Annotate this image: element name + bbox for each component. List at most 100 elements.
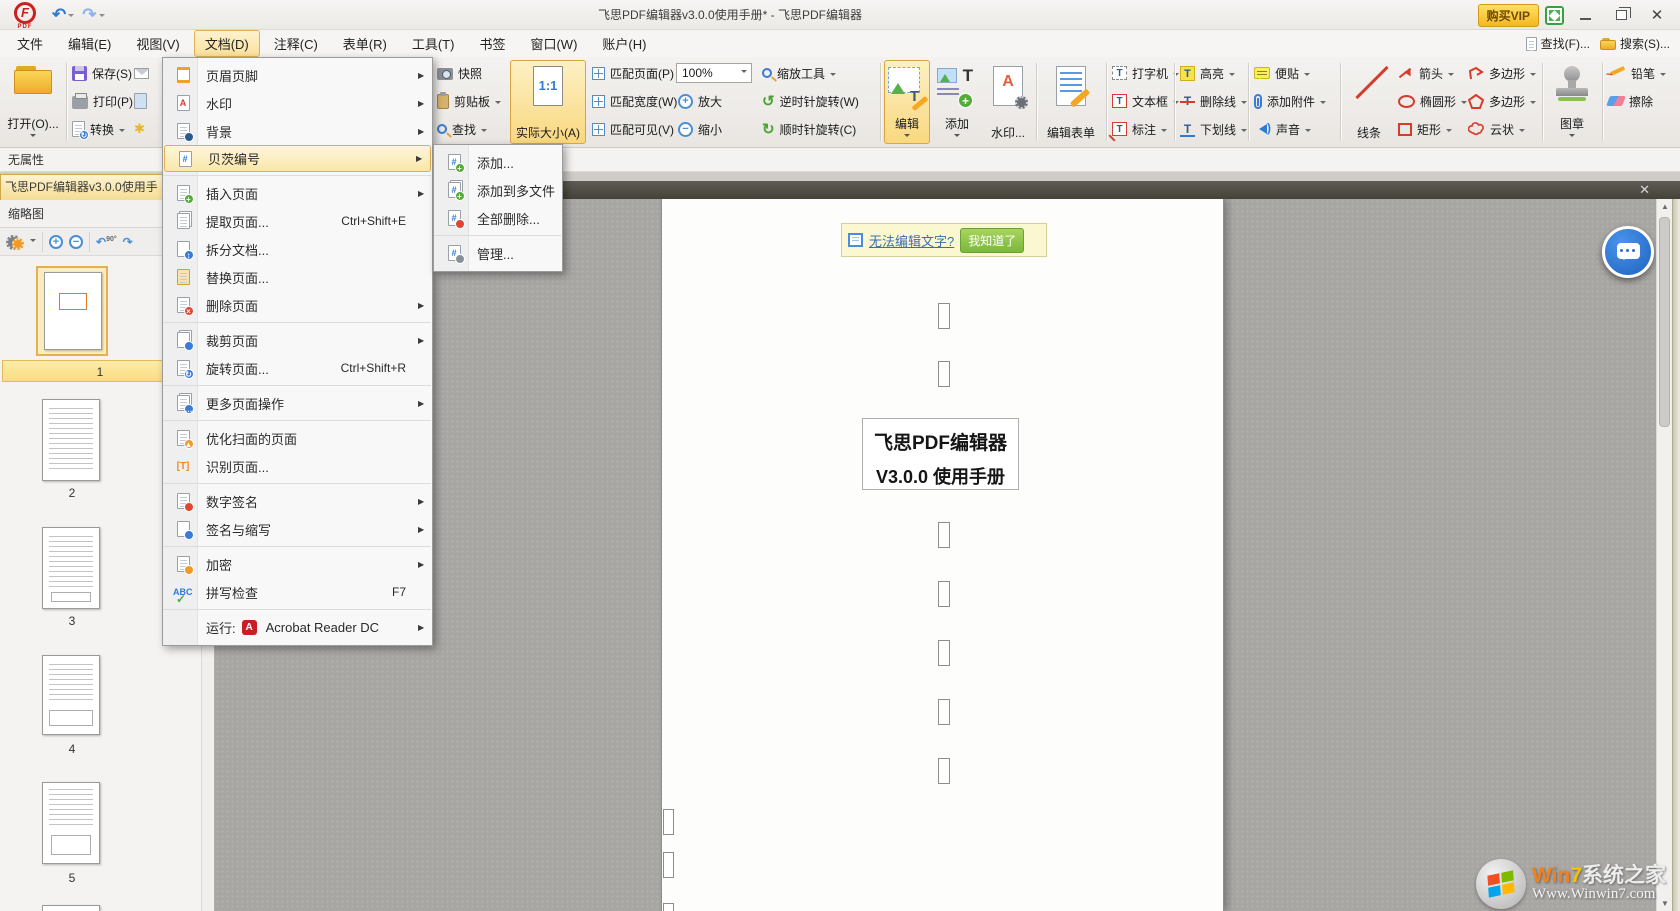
- thumbnail-page-4[interactable]: [42, 655, 100, 735]
- cannot-edit-link[interactable]: 无法编辑文字?: [869, 231, 954, 250]
- buy-vip-button[interactable]: 购买VIP: [1478, 4, 1539, 27]
- edit-content-button[interactable]: T 编辑: [884, 60, 930, 144]
- thumbnail-zoom-in-icon[interactable]: +: [49, 235, 63, 249]
- thumbnail-options-icon[interactable]: [6, 234, 24, 250]
- redo-icon[interactable]: ↷: [82, 5, 96, 25]
- menu-comment[interactable]: 注释(C): [263, 30, 329, 57]
- menu-file[interactable]: 文件: [6, 30, 54, 57]
- find-button[interactable]: 查找(F)...: [1526, 35, 1590, 52]
- zoom-level-combobox[interactable]: 100%: [676, 63, 752, 83]
- menu-item-optimize-scanned[interactable]: ▲ 优化扫面的页面: [163, 424, 432, 452]
- minimize-button[interactable]: [1570, 4, 1600, 26]
- sound-button[interactable]: 声音: [1254, 117, 1311, 141]
- arrow-shape-button[interactable]: 箭头: [1398, 61, 1454, 85]
- submenu-item-remove-all[interactable]: # 全部删除...: [434, 204, 562, 232]
- vip-grid-icon[interactable]: [1545, 6, 1564, 25]
- clipboard-button[interactable]: 剪贴板: [437, 89, 501, 113]
- zoom-out-button[interactable]: − 缩小: [678, 117, 722, 141]
- thumbnail-number-3[interactable]: 3: [0, 614, 144, 628]
- close-button[interactable]: ✕: [1642, 4, 1672, 26]
- actual-size-button[interactable]: 1:1 实际大小(A): [510, 60, 586, 144]
- menu-view[interactable]: 视图(V): [125, 30, 190, 57]
- zoom-in-button[interactable]: + 放大: [678, 89, 722, 113]
- menu-item-crop-pages[interactable]: 裁剪页面 ▶: [163, 326, 432, 354]
- menu-item-encrypt[interactable]: 加密 ▶: [163, 550, 432, 578]
- menu-item-more-page-actions[interactable]: … 更多页面操作 ▶: [163, 389, 432, 417]
- undo-dropdown-icon[interactable]: [68, 14, 74, 20]
- menu-document[interactable]: 文档(D): [194, 30, 260, 57]
- submenu-item-add[interactable]: #+ 添加...: [434, 148, 562, 176]
- menu-item-run-acrobat[interactable]: 运行: A Acrobat Reader DC ▶: [163, 613, 432, 641]
- rectangle-button[interactable]: 矩形: [1398, 117, 1452, 141]
- favorite-icon[interactable]: ✱: [134, 117, 145, 141]
- document-scrollbar-thumb[interactable]: [1659, 217, 1670, 427]
- menu-window[interactable]: 窗口(W): [519, 30, 588, 57]
- menu-item-spell-check[interactable]: ABC✓ 拼写检查 F7: [163, 578, 432, 606]
- document-scrollbar[interactable]: ▲ ▼: [1656, 199, 1672, 911]
- menu-item-bates-numbering[interactable]: # 贝茨编号 ▶: [164, 145, 431, 172]
- thumbnail-page-2[interactable]: [42, 399, 100, 481]
- rotate-ccw-button[interactable]: ↺ 逆时针旋转(W): [762, 89, 859, 113]
- line-button[interactable]: 线条: [1344, 60, 1394, 144]
- convert-button[interactable]: ↻ 转换: [72, 117, 125, 141]
- textbox-button[interactable]: T 文本框: [1112, 89, 1179, 113]
- menu-item-ocr-pages[interactable]: [T] 识别页面...: [163, 452, 432, 480]
- highlight-button[interactable]: T 高亮: [1180, 61, 1235, 85]
- fit-width-button[interactable]: 匹配宽度(W): [592, 89, 677, 113]
- menu-account[interactable]: 账户(H): [591, 30, 657, 57]
- add-content-button[interactable]: T+ 添加: [934, 60, 980, 144]
- fit-page-button[interactable]: 匹配页面(P): [592, 61, 674, 85]
- undo-icon[interactable]: ↶: [52, 5, 66, 25]
- snapshot-button[interactable]: 快照: [437, 61, 482, 85]
- menu-bookmark[interactable]: 书签: [468, 30, 516, 57]
- restore-button[interactable]: [1606, 4, 1636, 26]
- menu-item-replace-pages[interactable]: 替换页面...: [163, 263, 432, 291]
- thumbnail-page-6[interactable]: [42, 905, 100, 911]
- menu-item-rotate-pages[interactable]: ↻ 旋转页面... Ctrl+Shift+R: [163, 354, 432, 382]
- typewriter-button[interactable]: T 打字机: [1112, 61, 1179, 85]
- scroll-up-icon[interactable]: ▲: [1657, 199, 1673, 214]
- thumbnail-page-5[interactable]: [42, 782, 100, 864]
- print-button[interactable]: 打印(P)...: [72, 89, 143, 113]
- underline-button[interactable]: T 下划线: [1180, 117, 1247, 141]
- open-button[interactable]: 打开(O)...: [4, 60, 62, 144]
- rotate-right-icon[interactable]: ↷: [123, 235, 133, 249]
- thumbnail-number-5[interactable]: 5: [0, 871, 144, 885]
- customer-service-button[interactable]: [1602, 226, 1654, 278]
- menu-item-extract-pages[interactable]: 提取页面... Ctrl+Shift+E: [163, 207, 432, 235]
- watermark-button[interactable]: A 水印...: [984, 60, 1032, 144]
- sticky-note-button[interactable]: 便贴: [1254, 61, 1310, 85]
- pencil-button[interactable]: 铅笔: [1608, 61, 1666, 85]
- polygon-button[interactable]: 多边形: [1468, 89, 1536, 113]
- menu-edit[interactable]: 编辑(E): [57, 30, 122, 57]
- find-tool-button[interactable]: 查找: [437, 117, 487, 141]
- ellipse-button[interactable]: 椭圆形: [1398, 89, 1467, 113]
- zoom-tool-button[interactable]: 缩放工具: [762, 61, 836, 85]
- fit-visible-button[interactable]: 匹配可见(V): [592, 117, 674, 141]
- document-close-icon[interactable]: ✕: [1639, 182, 1650, 198]
- stamp-button[interactable]: 图章: [1546, 60, 1598, 144]
- menu-item-split-document[interactable]: ↕ 拆分文档...: [163, 235, 432, 263]
- menu-item-header-footer[interactable]: 页眉页脚 ▶: [163, 61, 432, 89]
- callout-button[interactable]: T 标注: [1112, 117, 1167, 141]
- thumbnail-options-dropdown-icon[interactable]: [30, 239, 36, 245]
- menu-item-digital-signature[interactable]: 数字签名 ▶: [163, 487, 432, 515]
- menu-form[interactable]: 表单(R): [332, 30, 398, 57]
- rotate-left-icon[interactable]: ↶90°: [96, 235, 117, 249]
- got-it-button[interactable]: 我知道了: [960, 228, 1024, 253]
- thumbnail-number-2[interactable]: 2: [0, 486, 144, 500]
- menu-item-delete-pages[interactable]: × 删除页面 ▶: [163, 291, 432, 319]
- save-button[interactable]: 保存(S): [72, 61, 132, 85]
- rotate-cw-button[interactable]: ↻ 顺时针旋转(C): [762, 117, 856, 141]
- thumbnail-page-1[interactable]: [36, 266, 108, 356]
- menu-item-sign-initials[interactable]: 签名与缩写 ▶: [163, 515, 432, 543]
- menu-item-watermark[interactable]: A 水印 ▶: [163, 89, 432, 117]
- document-viewport[interactable]: 无法编辑文字? 我知道了 飞思PDF编辑器 V3.0.0 使用手册 ▲: [215, 199, 1680, 911]
- thumbnail-number-4[interactable]: 4: [0, 742, 144, 756]
- menu-item-background[interactable]: 背景 ▶: [163, 117, 432, 145]
- eraser-button[interactable]: 擦除: [1608, 89, 1653, 113]
- send-mail-icon[interactable]: [134, 61, 149, 85]
- submenu-item-add-multiple[interactable]: #+ 添加到多文件: [434, 176, 562, 204]
- thumbnail-page-3[interactable]: [42, 527, 100, 609]
- document-tab[interactable]: 飞思PDF编辑器v3.0.0使用手: [0, 174, 168, 200]
